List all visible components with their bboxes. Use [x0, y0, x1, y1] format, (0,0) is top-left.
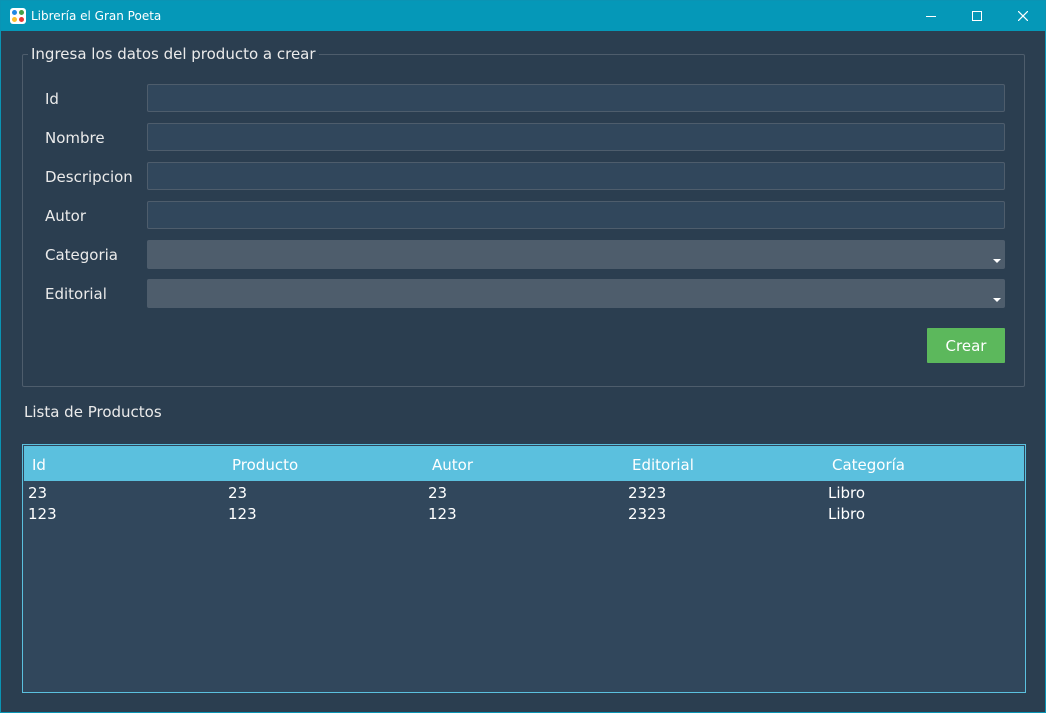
- products-list-title: Lista de Productos: [24, 403, 162, 421]
- autor-label: Autor: [45, 207, 86, 225]
- cell-producto: 23: [228, 484, 248, 502]
- column-header-autor[interactable]: Autor: [432, 446, 473, 481]
- column-header-editorial[interactable]: Editorial: [632, 446, 694, 481]
- cell-editorial: 2323: [628, 484, 667, 502]
- title-bar[interactable]: Librería el Gran Poeta: [1, 1, 1045, 31]
- cell-categoria: Libro: [828, 484, 866, 502]
- maximize-button[interactable]: [954, 1, 1000, 31]
- cell-id: 123: [28, 505, 57, 523]
- cell-id: 23: [28, 484, 48, 502]
- categoria-select[interactable]: [147, 240, 1005, 269]
- create-button[interactable]: Crear: [927, 328, 1005, 363]
- categoria-label: Categoria: [45, 246, 119, 264]
- close-button[interactable]: [1000, 1, 1046, 31]
- nombre-input[interactable]: [147, 123, 1005, 151]
- editorial-label: Editorial: [45, 285, 107, 303]
- table-header: Id Producto Autor Editorial Categoría: [24, 446, 1024, 481]
- close-icon: [1018, 11, 1028, 21]
- nombre-label: Nombre: [45, 129, 105, 147]
- cell-autor: 123: [428, 505, 457, 523]
- table-body: 23 23 23 2323 Libro 123 123 123 2323 Lib…: [23, 483, 1025, 525]
- app-icon: [10, 8, 26, 24]
- chevron-down-icon: [993, 259, 1001, 263]
- editorial-select[interactable]: [147, 279, 1005, 308]
- chevron-down-icon: [993, 298, 1001, 302]
- descripcion-label: Descripcion: [45, 168, 133, 186]
- id-label: Id: [45, 90, 59, 108]
- app-window: Librería el Gran Poeta Ingresa los datos…: [0, 0, 1046, 713]
- column-header-id[interactable]: Id: [32, 446, 46, 481]
- column-header-producto[interactable]: Producto: [232, 446, 298, 481]
- cell-editorial: 2323: [628, 505, 667, 523]
- autor-input[interactable]: [147, 201, 1005, 229]
- descripcion-input[interactable]: [147, 162, 1005, 190]
- table-row[interactable]: 23 23 23 2323 Libro: [23, 483, 1025, 504]
- product-form-title: Ingresa los datos del producto a crear: [28, 45, 319, 63]
- minimize-icon: [926, 16, 936, 17]
- id-input[interactable]: [147, 84, 1005, 112]
- cell-producto: 123: [228, 505, 257, 523]
- table-row[interactable]: 123 123 123 2323 Libro: [23, 504, 1025, 525]
- cell-autor: 23: [428, 484, 448, 502]
- window-title: Librería el Gran Poeta: [31, 9, 162, 23]
- minimize-button[interactable]: [908, 1, 954, 31]
- products-table[interactable]: Id Producto Autor Editorial Categoría 23…: [22, 444, 1026, 693]
- cell-categoria: Libro: [828, 505, 866, 523]
- column-header-categoria[interactable]: Categoría: [832, 446, 905, 481]
- maximize-icon: [972, 11, 982, 21]
